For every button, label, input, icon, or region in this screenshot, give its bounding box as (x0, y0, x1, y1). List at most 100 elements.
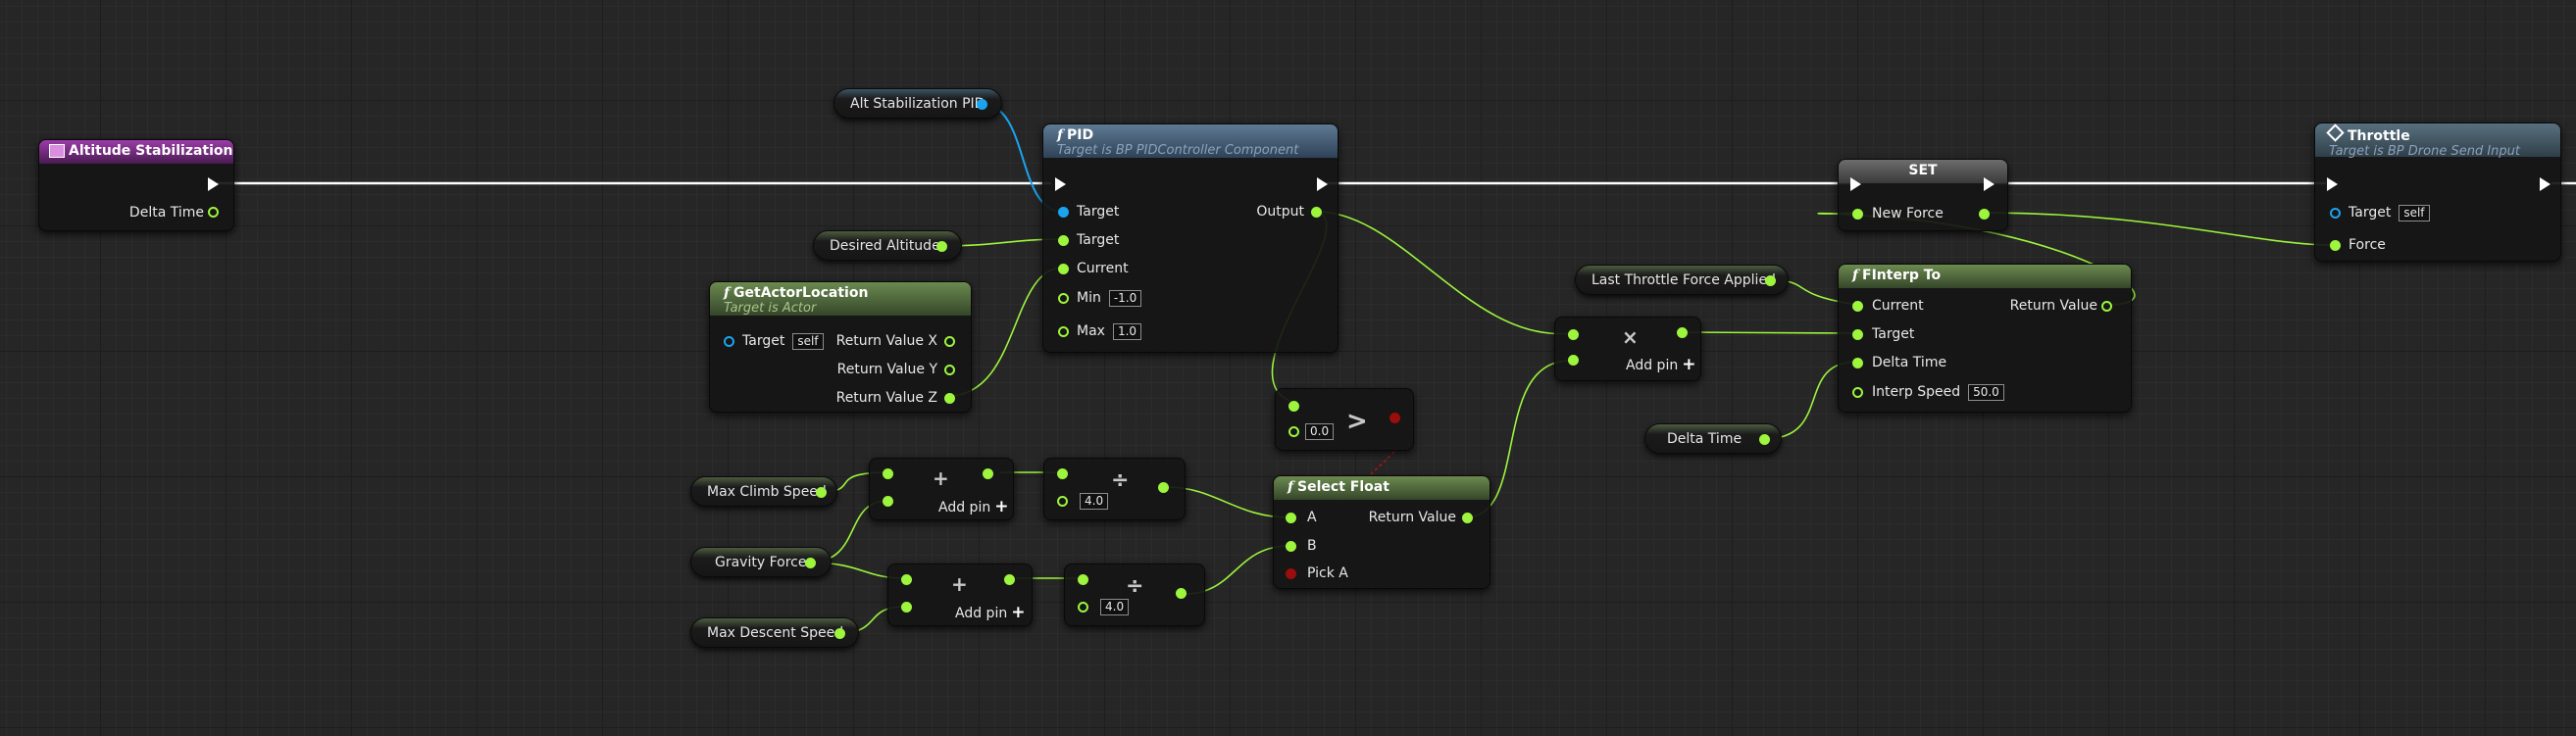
var-label: Alt Stabilization PID (850, 96, 985, 112)
add-node-2[interactable]: + Add pin + (887, 564, 1033, 626)
finterp-current-pin[interactable] (1852, 301, 1863, 312)
throttle-target-pin[interactable] (2330, 208, 2341, 219)
finterp-delta-time-pin[interactable] (1852, 358, 1863, 368)
float-wire[interactable] (1983, 212, 2334, 246)
exec-out-pin[interactable] (208, 177, 219, 191)
divide1-b-pin[interactable] (1057, 496, 1068, 507)
delta-time-pin[interactable] (208, 207, 219, 218)
divide2-a-pin[interactable] (1078, 574, 1088, 585)
pid-min-input[interactable]: -1.0 (1108, 289, 1142, 307)
event-icon (49, 144, 65, 158)
gal-rz-pin[interactable] (944, 393, 955, 404)
greater-a-pin[interactable] (1288, 401, 1299, 412)
var-output-pin[interactable] (1759, 434, 1770, 445)
gal-target-pin[interactable] (724, 336, 734, 347)
finterp-interp-speed-input[interactable]: 50.0 (1968, 383, 2004, 401)
pid-output-pin[interactable] (1311, 207, 1322, 218)
var-output-pin[interactable] (816, 487, 827, 498)
get-actor-location-node[interactable]: f GetActorLocation Target is Actor Target… (709, 281, 972, 413)
multiply-b-pin[interactable] (1568, 355, 1579, 366)
exec-out-pin[interactable] (1317, 177, 1328, 191)
gal-rx-pin[interactable] (944, 336, 955, 347)
var-delta-time[interactable]: Delta Time (1644, 423, 1782, 454)
gal-ry-label: Return Value Y (836, 362, 937, 377)
var-alt-stabilization-pid[interactable]: Alt Stabilization PID (833, 88, 1002, 119)
add-pin-icon[interactable]: + (1011, 603, 1025, 622)
throttle-node[interactable]: Throttle Target is BP Drone Send Input T… (2314, 123, 2561, 262)
pid-target-pin[interactable] (1058, 207, 1069, 218)
pid-current-pin[interactable] (1058, 264, 1069, 274)
var-output-pin[interactable] (805, 558, 816, 568)
var-last-throttle-force-applied[interactable]: Last Throttle Force Applied (1575, 265, 1789, 295)
add-pin-icon[interactable]: + (1682, 355, 1695, 374)
select-return-pin[interactable] (1462, 513, 1473, 523)
add1-a-pin[interactable] (883, 468, 893, 479)
exec-in-pin[interactable] (1850, 177, 1861, 191)
finterp-return-pin[interactable] (2101, 301, 2112, 312)
select-pick-a-pin[interactable] (1286, 568, 1296, 579)
greater-b-input[interactable]: 0.0 (1305, 422, 1335, 440)
divide-node-2[interactable]: 4.0 ÷ (1064, 564, 1205, 626)
var-output-pin[interactable] (834, 628, 845, 639)
add-node-1[interactable]: + Add pin + (869, 458, 1014, 520)
select-a-pin[interactable] (1286, 513, 1296, 523)
finterp-interp-speed-pin[interactable] (1852, 387, 1863, 398)
multiply-node[interactable]: × Add pin + (1554, 317, 1701, 381)
set-node[interactable]: SET New Force (1838, 159, 2008, 231)
add2-a-pin[interactable] (901, 574, 912, 585)
add2-out-pin[interactable] (1004, 574, 1015, 585)
set-new-force-pin[interactable] (1852, 209, 1863, 220)
gal-ry-pin[interactable] (944, 365, 955, 375)
select-b-pin[interactable] (1286, 541, 1296, 552)
get-actor-location-header: f GetActorLocation Target is Actor (710, 282, 971, 316)
greater-node[interactable]: 0.0 > (1275, 388, 1414, 451)
float-wire[interactable] (1684, 331, 1858, 334)
divide2-b-input[interactable]: 4.0 (1100, 598, 1130, 615)
gal-self-input[interactable]: self (792, 332, 824, 350)
event-altitude-stabilization[interactable]: Altitude Stabilization Delta Time (38, 139, 234, 231)
multiply-a-pin[interactable] (1568, 329, 1579, 340)
divide1-a-pin[interactable] (1057, 468, 1068, 479)
add2-addpin-label[interactable]: Add pin (955, 606, 1007, 621)
var-gravity-force[interactable]: Gravity Force (690, 547, 832, 577)
pid-min-pin[interactable] (1058, 293, 1069, 304)
greater-b-pin[interactable] (1288, 426, 1299, 437)
function-icon: f (1057, 127, 1064, 143)
add2-b-pin[interactable] (901, 602, 912, 613)
pid-max-pin[interactable] (1058, 326, 1069, 337)
throttle-force-pin[interactable] (2330, 240, 2341, 251)
divide2-b-pin[interactable] (1078, 602, 1088, 613)
float-wire[interactable] (1316, 211, 1571, 335)
exec-in-pin[interactable] (2327, 177, 2338, 191)
pid-max-input[interactable]: 1.0 (1112, 322, 1142, 340)
multiply-addpin-label[interactable]: Add pin (1626, 358, 1678, 373)
var-desired-altitude[interactable]: Desired Altitude (813, 230, 962, 261)
add1-b-pin[interactable] (883, 496, 893, 507)
var-max-descent-speed[interactable]: Max Descent Speed (690, 617, 859, 648)
add1-addpin-label[interactable]: Add pin (938, 500, 990, 515)
greater-out-pin[interactable] (1389, 413, 1400, 423)
delta-time-label: Delta Time (128, 205, 204, 221)
exec-out-pin[interactable] (2540, 177, 2551, 191)
divide1-b-input[interactable]: 4.0 (1080, 492, 1109, 510)
divide-node-1[interactable]: 4.0 ÷ (1043, 458, 1186, 520)
set-out-pin[interactable] (1979, 209, 1990, 220)
var-output-pin[interactable] (1765, 275, 1776, 286)
divide2-out-pin[interactable] (1176, 588, 1187, 599)
pid-node[interactable]: f PID Target is BP PIDController Componen… (1042, 123, 1339, 353)
add1-out-pin[interactable] (983, 468, 993, 479)
pid-target2-pin[interactable] (1058, 235, 1069, 246)
throttle-self-input[interactable]: self (2399, 204, 2430, 221)
finterp-to-node[interactable]: f FInterp To Current Return Value Target … (1838, 264, 2132, 413)
divide1-out-pin[interactable] (1158, 482, 1169, 493)
add-pin-icon[interactable]: + (994, 497, 1008, 516)
var-output-pin[interactable] (977, 99, 987, 110)
select-float-node[interactable]: f Select Float A Return Value B Pick A (1273, 475, 1490, 589)
var-max-climb-speed[interactable]: Max Climb Speed (690, 476, 837, 507)
multiply-out-pin[interactable] (1677, 327, 1688, 338)
exec-out-pin[interactable] (1984, 177, 1995, 191)
var-output-pin[interactable] (936, 241, 947, 252)
finterp-target-pin[interactable] (1852, 329, 1863, 340)
exec-in-pin[interactable] (1055, 177, 1066, 191)
event-header: Altitude Stabilization (39, 140, 233, 164)
